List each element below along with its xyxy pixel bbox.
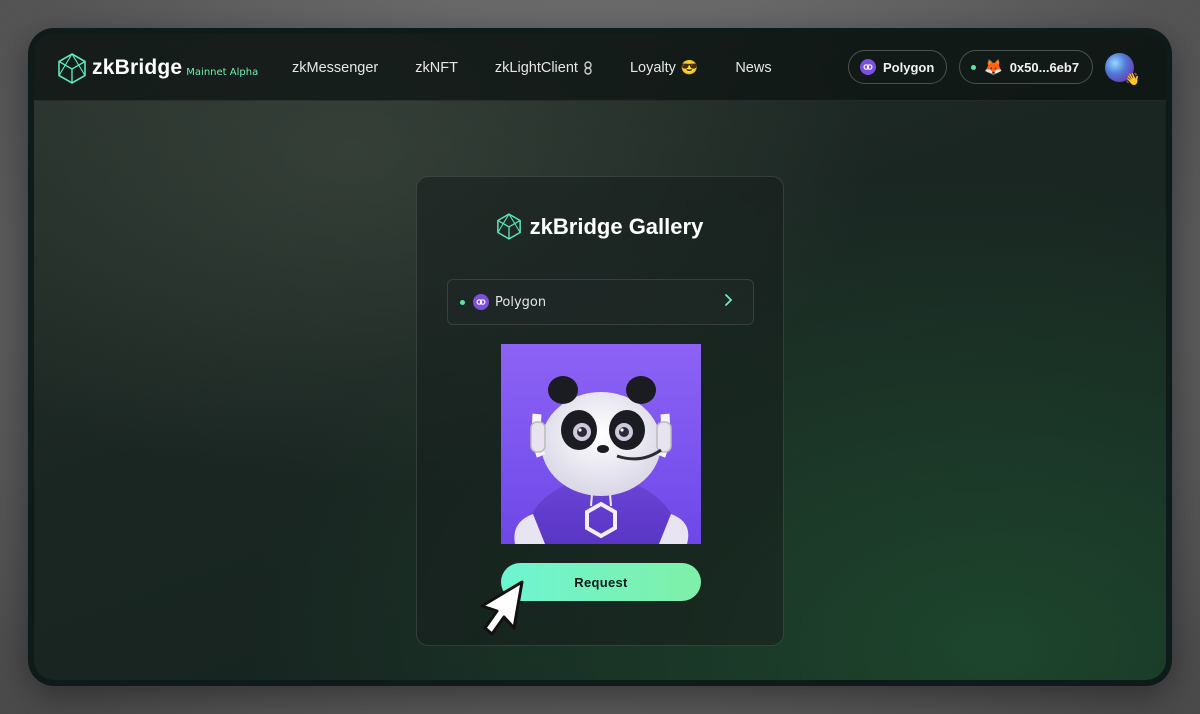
nav-item-loyalty[interactable]: Loyalty 😎 — [630, 59, 698, 76]
request-button[interactable]: Request — [501, 563, 701, 601]
wallet-address: 0x50...6eb7 — [1009, 59, 1080, 75]
zkbridge-logo-icon — [496, 213, 521, 240]
chain-selector[interactable]: Polygon — [447, 279, 754, 325]
link-icon — [584, 60, 592, 75]
chain-selector-label: Polygon — [495, 294, 547, 310]
gallery-header: zkBridge Gallery — [417, 213, 783, 240]
gallery-card: zkBridge Gallery Polygon Request — [416, 176, 784, 646]
nav-item-label: zkMessenger — [292, 59, 379, 76]
nav-item-label: Loyalty — [629, 59, 676, 76]
brand-subtitle: Mainnet Alpha — [186, 66, 259, 78]
network-selector-button[interactable]: Polygon — [848, 50, 947, 84]
nav-item-label: zkNFT — [415, 59, 458, 76]
mouse-pointer-icon — [480, 580, 524, 636]
zkbridge-logo-icon — [58, 52, 86, 84]
top-navbar: zkBridge Mainnet Alpha zkMessenger zkNFT… — [34, 34, 1166, 101]
panda-illustration — [514, 376, 689, 544]
nft-image-panda — [501, 344, 701, 544]
nav-item-news[interactable]: News — [735, 60, 771, 76]
app-screen: zkBridge Mainnet Alpha zkMessenger zkNFT… — [34, 34, 1166, 680]
cool-face-emoji-icon: 😎 — [680, 59, 699, 75]
chevron-right-icon — [723, 292, 733, 311]
polygon-icon — [473, 294, 489, 310]
nav-item-zklightclient[interactable]: zkLightClient — [495, 60, 593, 76]
main-nav: zkMessenger zkNFT zkLightClient Loyalty … — [292, 34, 809, 101]
brand-name: zkBridge — [92, 56, 183, 79]
status-dot — [460, 299, 465, 305]
nav-item-zkmessenger[interactable]: zkMessenger — [292, 60, 378, 76]
profile-avatar[interactable]: 👋 — [1105, 53, 1140, 86]
avatar-badge-icon: 👋 — [1125, 72, 1140, 86]
connected-status-dot — [971, 64, 976, 70]
metamask-fox-icon: 🦊 — [984, 57, 1003, 76]
gallery-title: zkBridge Gallery — [529, 213, 704, 239]
polygon-icon — [860, 59, 876, 75]
network-label: Polygon — [883, 59, 935, 75]
nav-item-label: News — [735, 59, 772, 76]
wallet-button[interactable]: 🦊 0x50...6eb7 — [959, 50, 1093, 84]
device-frame: zkBridge Mainnet Alpha zkMessenger zkNFT… — [28, 28, 1172, 686]
nav-item-label: zkLightClient — [494, 59, 578, 76]
nav-item-zknft[interactable]: zkNFT — [415, 60, 458, 76]
brand-logo[interactable]: zkBridge Mainnet Alpha — [58, 52, 258, 84]
